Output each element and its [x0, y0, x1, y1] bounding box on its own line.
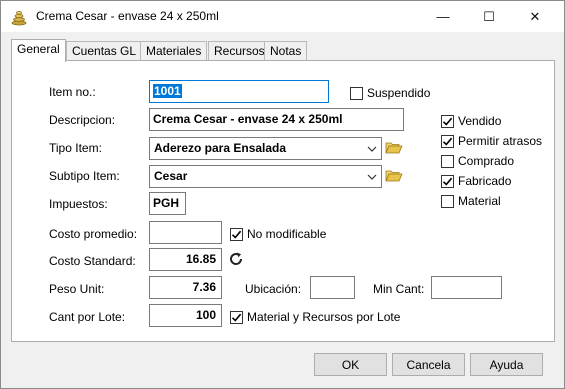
suspendido-box[interactable]: [350, 86, 363, 100]
checkmark-icon: [231, 230, 242, 239]
cant-por-lote-label: Cant por Lote:: [49, 310, 126, 324]
checkmark-icon: [442, 117, 453, 126]
tipo-item-select[interactable]: Aderezo para Ensalada: [149, 137, 382, 160]
checkmark-icon: [231, 313, 242, 322]
minimize-button[interactable]: —: [420, 1, 466, 32]
permitir-atrasos-label: Permitir atrasos: [458, 134, 543, 148]
subtipo-item-folder-button[interactable]: [384, 166, 404, 186]
material-label: Material: [458, 194, 501, 208]
subtipo-item-label: Subtipo Item:: [49, 169, 120, 183]
maximize-button[interactable]: ☐: [466, 1, 512, 32]
ubicacion-input[interactable]: [310, 276, 355, 299]
refresh-cost-button[interactable]: [226, 249, 246, 269]
close-icon: ✕: [529, 8, 541, 24]
general-tab-panel: Item no.: 1001 Suspendido Descripcion: C…: [11, 60, 555, 342]
no-modificable-checkbox[interactable]: No modificable: [230, 227, 326, 241]
title-bar[interactable]: Crema Cesar - envase 24 x 250ml — ☐ ✕: [1, 1, 564, 32]
tab-general[interactable]: General: [11, 39, 66, 62]
item-dialog-window: Crema Cesar - envase 24 x 250ml — ☐ ✕ Ge…: [0, 0, 565, 389]
fabricado-box[interactable]: [441, 174, 454, 188]
item-no-value: 1001: [153, 84, 182, 98]
costo-promedio-input[interactable]: [149, 221, 222, 244]
chevron-down-icon[interactable]: [363, 167, 380, 186]
subtipo-item-select[interactable]: Cesar: [149, 165, 382, 188]
tab-recursos[interactable]: Recursos: [208, 41, 271, 61]
cancel-button[interactable]: Cancela: [392, 353, 465, 376]
vendido-checkbox[interactable]: Vendido: [441, 114, 501, 128]
material-recursos-lote-checkbox[interactable]: Material y Recursos por Lote: [230, 310, 400, 324]
help-button[interactable]: Ayuda: [470, 353, 543, 376]
permitir-atrasos-checkbox[interactable]: Permitir atrasos: [441, 134, 542, 148]
vendido-label: Vendido: [458, 114, 502, 128]
material-checkbox[interactable]: Material: [441, 194, 501, 208]
subtipo-item-value: Cesar: [154, 169, 188, 183]
minimize-icon: —: [436, 9, 450, 24]
close-button[interactable]: ✕: [512, 1, 558, 32]
tipo-item-value: Aderezo para Ensalada: [154, 141, 287, 155]
suspendido-label: Suspendido: [367, 86, 431, 100]
vendido-box[interactable]: [441, 114, 454, 128]
peso-unit-label: Peso Unit:: [49, 282, 105, 296]
no-modificable-box[interactable]: [230, 227, 243, 241]
folder-open-icon: [385, 142, 403, 154]
tipo-item-folder-button[interactable]: [384, 138, 404, 158]
costo-standard-label: Costo Standard:: [49, 254, 136, 268]
checkmark-icon: [442, 177, 453, 186]
item-no-input[interactable]: 1001: [149, 80, 329, 103]
no-modificable-label: No modificable: [247, 227, 327, 241]
checkmark-icon: [442, 137, 453, 146]
maximize-icon: ☐: [483, 8, 495, 24]
material-recursos-lote-box[interactable]: [230, 310, 243, 324]
tab-cuentas-gl[interactable]: Cuentas GL: [66, 41, 143, 61]
material-recursos-lote-label: Material y Recursos por Lote: [247, 310, 401, 324]
costo-standard-input[interactable]: 16.85: [149, 248, 222, 271]
cant-por-lote-input[interactable]: 100: [149, 304, 222, 327]
impuestos-label: Impuestos:: [49, 197, 108, 211]
comprado-label: Comprado: [458, 154, 515, 168]
ok-button[interactable]: OK: [314, 353, 387, 376]
refresh-icon: [230, 252, 243, 265]
ubicacion-label: Ubicación:: [245, 282, 302, 296]
tipo-item-label: Tipo Item:: [49, 141, 102, 155]
comprado-box[interactable]: [441, 154, 454, 168]
folder-open-icon: [385, 170, 403, 182]
min-cant-label: Min Cant:: [373, 282, 425, 296]
permitir-atrasos-box[interactable]: [441, 134, 454, 148]
impuestos-input[interactable]: PGH: [149, 192, 186, 215]
window-title: Crema Cesar - envase 24 x 250ml: [36, 9, 219, 23]
fabricado-label: Fabricado: [458, 174, 512, 188]
chevron-down-icon[interactable]: [363, 139, 380, 158]
descripcion-input[interactable]: Crema Cesar - envase 24 x 250ml: [149, 108, 404, 131]
peso-unit-input[interactable]: 7.36: [149, 276, 222, 299]
min-cant-input[interactable]: [431, 276, 502, 299]
item-no-label: Item no.:: [49, 85, 96, 99]
tab-materiales[interactable]: Materiales: [140, 41, 208, 61]
tab-notas[interactable]: Notas: [264, 41, 308, 61]
comprado-checkbox[interactable]: Comprado: [441, 154, 514, 168]
stacked-coins-icon: [11, 11, 27, 26]
descripcion-label: Descripcion:: [49, 113, 116, 127]
suspendido-checkbox[interactable]: Suspendido: [350, 86, 430, 100]
costo-promedio-label: Costo promedio:: [49, 227, 138, 241]
material-box[interactable]: [441, 194, 454, 208]
fabricado-checkbox[interactable]: Fabricado: [441, 174, 511, 188]
